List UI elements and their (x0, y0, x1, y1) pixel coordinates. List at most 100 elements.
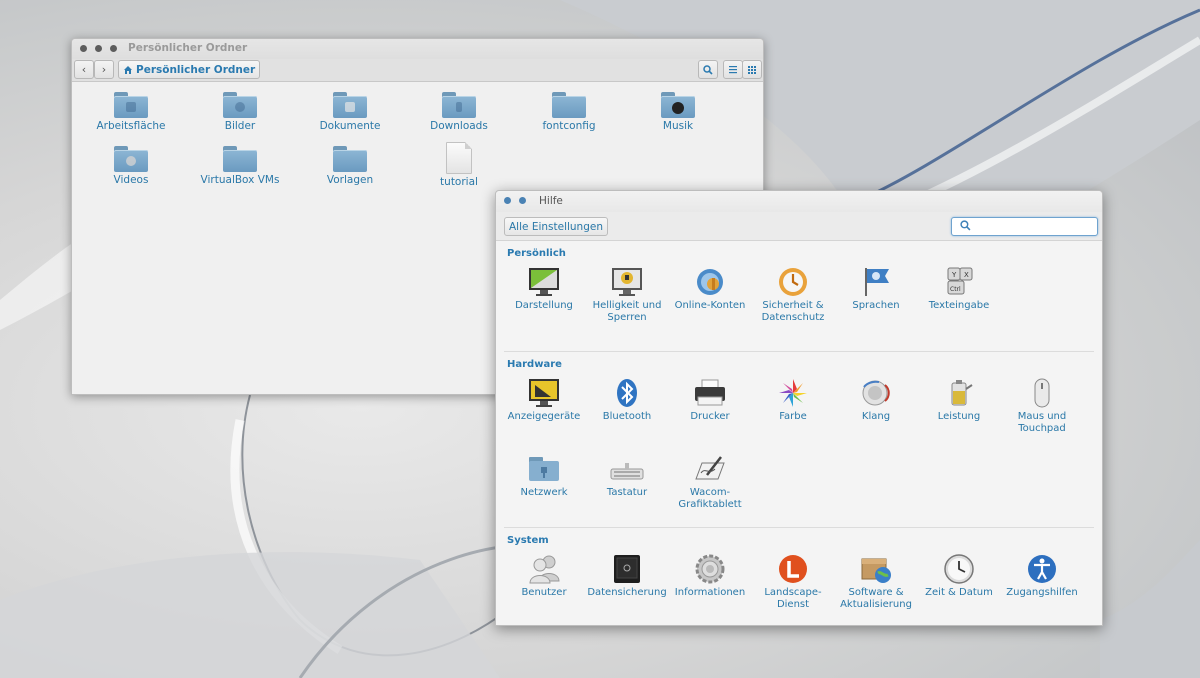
item-label: Videos (113, 174, 149, 186)
item-label: Informationen (674, 587, 746, 598)
item-label: Wacom-Grafiktablett (678, 487, 742, 510)
item-label: Bluetooth (602, 411, 652, 422)
settings-item-farbe[interactable]: Farbe (752, 377, 834, 423)
item-label: Sprachen (852, 300, 900, 311)
grid-view-icon (748, 66, 756, 74)
section-divider (504, 351, 1094, 352)
item-label: Anzeigegeräte (507, 411, 581, 422)
item-label: Zugangshilfen (1006, 587, 1078, 598)
forward-button[interactable]: › (94, 60, 114, 79)
file-manager-toolbar: ‹ › Persönlicher Ordner (72, 59, 763, 82)
settings-item-wacom[interactable]: Wacom-Grafiktablett (669, 453, 751, 511)
brightness-lock-icon (610, 266, 644, 298)
search-icon (703, 64, 713, 75)
settings-item-software[interactable]: Software & Aktualisierung (835, 553, 917, 611)
landscape-icon (776, 553, 810, 585)
appearance-icon (527, 266, 561, 298)
keyboard-icon (610, 453, 644, 485)
settings-item-informationen[interactable]: Informationen (669, 553, 751, 599)
item-label: Vorlagen (326, 174, 374, 186)
settings-item-online-konten[interactable]: Online-Konten (669, 266, 751, 312)
settings-item-datensicherung[interactable]: Datensicherung (586, 553, 668, 599)
settings-item-benutzer[interactable]: Benutzer (503, 553, 585, 599)
settings-item-zeit-datum[interactable]: Zeit & Datum (918, 553, 1000, 599)
settings-item-texteingabe[interactable]: Y X Ctrl Texteingabe (918, 266, 1000, 312)
settings-item-sprachen[interactable]: Sprachen (835, 266, 917, 312)
item-label: fontconfig (542, 120, 596, 132)
folder-item-arbeitsflaeche[interactable]: Arbeitsfläche (81, 90, 181, 132)
folder-item-downloads[interactable]: Downloads (409, 90, 509, 132)
settings-item-helligkeit[interactable]: Helligkeit und Sperren (586, 266, 668, 324)
item-label: Farbe (779, 411, 807, 422)
svg-text:Ctrl: Ctrl (950, 286, 961, 293)
settings-item-maus[interactable]: Maus und Touchpad (1001, 377, 1083, 435)
section-heading-hardware: Hardware (507, 359, 562, 370)
folder-templates-icon (333, 144, 367, 172)
accessibility-icon (1025, 553, 1059, 585)
folder-icon (552, 90, 586, 118)
settings-item-drucker[interactable]: Drucker (669, 377, 751, 423)
settings-item-tastatur[interactable]: Tastatur (586, 453, 668, 499)
item-label: Zeit & Datum (925, 587, 993, 598)
settings-item-darstellung[interactable]: Darstellung (503, 266, 585, 312)
window-title: Persönlicher Ordner (128, 42, 248, 54)
software-update-icon (859, 553, 893, 585)
item-label: Downloads (430, 120, 488, 132)
item-label: Netzwerk (520, 487, 568, 498)
window-titlebar: Hilfe (496, 191, 1102, 212)
chevron-right-icon: › (101, 63, 107, 76)
list-view-button[interactable] (723, 60, 743, 79)
grid-view-button[interactable] (742, 60, 762, 79)
folder-item-musik[interactable]: Musik (628, 90, 728, 132)
all-settings-button[interactable]: Alle Einstellungen (504, 217, 608, 236)
online-accounts-icon (693, 266, 727, 298)
folder-item-videos[interactable]: Videos (81, 144, 181, 186)
minimize-window-button[interactable] (519, 197, 526, 204)
folder-item-dokumente[interactable]: Dokumente (300, 90, 400, 132)
item-label: tutorial (440, 176, 478, 188)
gear-icon (693, 553, 727, 585)
list-view-icon (729, 66, 737, 74)
settings-item-sicherheit[interactable]: Sicherheit & Datenschutz (752, 266, 834, 324)
close-window-button[interactable] (504, 197, 511, 204)
file-item-tutorial[interactable]: tutorial (409, 142, 509, 188)
window-title: Hilfe (539, 195, 563, 207)
maximize-window-button[interactable] (110, 45, 117, 52)
item-label: Dokumente (319, 120, 381, 132)
settings-item-bluetooth[interactable]: Bluetooth (586, 377, 668, 423)
close-window-button[interactable] (80, 45, 87, 52)
search-button[interactable] (698, 60, 718, 79)
item-label: Software & Aktualisierung (840, 587, 912, 610)
search-input[interactable] (976, 219, 1090, 234)
back-button[interactable]: ‹ (74, 60, 94, 79)
folder-pictures-icon (223, 90, 257, 118)
bluetooth-icon (610, 377, 644, 409)
breadcrumb-home[interactable]: Persönlicher Ordner (118, 60, 261, 79)
section-heading-system: System (507, 535, 549, 546)
settings-item-klang[interactable]: Klang (835, 377, 917, 423)
minimize-window-button[interactable] (95, 45, 102, 52)
item-label: Maus und Touchpad (1017, 411, 1067, 434)
folder-downloads-icon (442, 90, 476, 118)
settings-toolbar: Alle Einstellungen (496, 212, 1102, 241)
settings-item-anzeigegeraete[interactable]: Anzeigegeräte (503, 377, 585, 423)
svg-text:Y: Y (951, 271, 957, 279)
folder-item-virtualbox-vms[interactable]: VirtualBox VMs (190, 144, 290, 186)
settings-item-landscape[interactable]: Landscape-Dienst (752, 553, 834, 611)
item-label: Tastatur (606, 487, 648, 498)
settings-item-netzwerk[interactable]: Netzwerk (503, 453, 585, 499)
display-icon (527, 377, 561, 409)
folder-item-fontconfig[interactable]: fontconfig (519, 90, 619, 132)
folder-item-bilder[interactable]: Bilder (190, 90, 290, 132)
folder-desktop-icon (114, 90, 148, 118)
security-privacy-icon (776, 266, 810, 298)
search-field[interactable] (951, 217, 1098, 236)
settings-item-zugangshilfen[interactable]: Zugangshilfen (1001, 553, 1083, 599)
settings-item-leistung[interactable]: Leistung (918, 377, 1000, 423)
item-label: Musik (662, 120, 694, 132)
svg-text:X: X (964, 271, 969, 279)
network-folder-icon (527, 453, 561, 485)
folder-item-vorlagen[interactable]: Vorlagen (300, 144, 400, 186)
backup-safe-icon (610, 553, 644, 585)
settings-window: Hilfe Alle Einstellungen Persönlich Dars… (495, 190, 1103, 626)
